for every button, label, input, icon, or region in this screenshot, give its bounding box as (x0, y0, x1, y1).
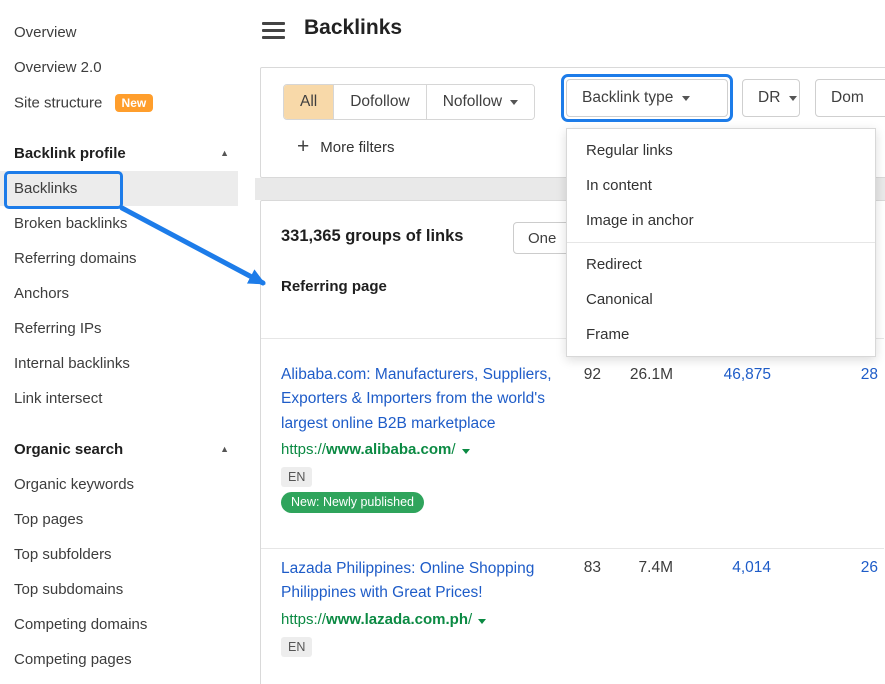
sidebar-item-competing-domains[interactable]: Competing domains (0, 607, 255, 642)
filter-nofollow-label: Nofollow (443, 93, 502, 111)
domain-filter-button[interactable]: Dom (815, 79, 885, 117)
new-feature-badge: New (115, 94, 154, 112)
newly-published-badge: New: Newly published (281, 492, 424, 513)
sidebar-item-referring-ips[interactable]: Referring IPs (0, 311, 255, 346)
referring-page-link[interactable]: Alibaba.com: Manufacturers, Suppliers, E… (281, 363, 553, 436)
chevron-down-icon (789, 96, 797, 101)
table-row: Alibaba.com: Manufacturers, Suppliers, E… (281, 363, 561, 513)
section-label: Organic search (14, 432, 123, 467)
follow-filter-group: All Dofollow Nofollow (283, 84, 535, 120)
language-badge: EN (281, 637, 312, 657)
filter-nofollow-button[interactable]: Nofollow (427, 85, 534, 119)
referring-page-link[interactable]: Lazada Philippines: Online Shopping Phil… (281, 557, 553, 606)
more-filters-button[interactable]: + More filters (297, 136, 394, 158)
links-count-link[interactable]: 46,875 (696, 366, 771, 384)
collapse-up-icon[interactable]: ▲ (220, 432, 229, 467)
backlink-type-dropdown: Regular links In content Image in anchor… (566, 128, 876, 357)
page-title: Backlinks (304, 16, 402, 40)
sidebar-item-site-structure[interactable]: Site structure New (0, 85, 255, 120)
chevron-down-icon[interactable] (478, 619, 486, 624)
url-domain: www.lazada.com.ph (326, 611, 468, 628)
dropdown-item-frame[interactable]: Frame (567, 317, 875, 352)
referring-page-url[interactable]: https://www.alibaba.com/ (281, 438, 561, 461)
chevron-down-icon (682, 96, 690, 101)
sidebar-item-competing-pages[interactable]: Competing pages (0, 642, 255, 677)
sidebar-item-broken-backlinks[interactable]: Broken backlinks (0, 206, 255, 241)
table-row-divider (261, 548, 884, 549)
menu-icon[interactable] (262, 22, 285, 39)
linked-domains-link[interactable]: 26 (816, 559, 878, 577)
dropdown-item-image-in-anchor[interactable]: Image in anchor (567, 203, 875, 238)
traffic-value: 7.4M (606, 559, 673, 577)
referring-page-url[interactable]: https://www.lazada.com.ph/ (281, 608, 561, 631)
more-filters-label: More filters (320, 139, 394, 156)
sidebar-item-overview[interactable]: Overview (0, 15, 255, 50)
links-count-link[interactable]: 4,014 (696, 559, 771, 577)
dropdown-group-links: Regular links In content Image in anchor (567, 129, 875, 242)
sidebar-item-internal-backlinks[interactable]: Internal backlinks (0, 346, 255, 381)
sidebar-item-organic-keywords[interactable]: Organic keywords (0, 467, 255, 502)
sidebar-item-link-intersect[interactable]: Link intersect (0, 381, 255, 416)
dropdown-item-canonical[interactable]: Canonical (567, 282, 875, 317)
section-label: Backlink profile (14, 136, 126, 171)
dr-filter-button[interactable]: DR (742, 79, 800, 117)
backlink-type-filter-button[interactable]: Backlink type (566, 79, 728, 117)
ur-value: 92 (556, 366, 601, 384)
table-row: Lazada Philippines: Online Shopping Phil… (281, 557, 561, 657)
sidebar-section-organic-search[interactable]: Organic search ▲ (0, 432, 255, 467)
results-count: 331,365 groups of links (281, 227, 463, 246)
url-scheme: https:// (281, 441, 326, 458)
dr-label: DR (758, 89, 780, 107)
dropdown-item-in-content[interactable]: In content (567, 168, 875, 203)
linked-domains-link[interactable]: 28 (816, 366, 878, 384)
domain-label: Dom (831, 89, 864, 107)
sidebar-item-backlinks[interactable]: Backlinks (0, 171, 238, 206)
dropdown-item-regular-links[interactable]: Regular links (567, 133, 875, 168)
sidebar: Overview Overview 2.0 Site structure New… (0, 0, 255, 684)
filter-dofollow-button[interactable]: Dofollow (334, 85, 426, 119)
sidebar-item-top-pages[interactable]: Top pages (0, 502, 255, 537)
sidebar-item-overview-2[interactable]: Overview 2.0 (0, 50, 255, 85)
dropdown-group-other: Redirect Canonical Frame (567, 243, 875, 356)
sidebar-item-top-subdomains[interactable]: Top subdomains (0, 572, 255, 607)
chevron-down-icon (510, 100, 518, 105)
sidebar-section-backlink-profile[interactable]: Backlink profile ▲ (0, 136, 255, 171)
filter-all-button[interactable]: All (284, 85, 334, 119)
sidebar-item-top-subfolders[interactable]: Top subfolders (0, 537, 255, 572)
url-domain: www.alibaba.com (326, 441, 451, 458)
ur-value: 83 (556, 559, 601, 577)
plus-icon: + (297, 136, 309, 158)
url-path: / (468, 611, 472, 628)
sidebar-item-referring-domains[interactable]: Referring domains (0, 241, 255, 276)
dropdown-item-redirect[interactable]: Redirect (567, 247, 875, 282)
language-badge: EN (281, 467, 312, 487)
sidebar-item-anchors[interactable]: Anchors (0, 276, 255, 311)
sidebar-item-label: Site structure (14, 95, 102, 112)
chevron-down-icon[interactable] (462, 449, 470, 454)
traffic-value: 26.1M (606, 366, 673, 384)
referring-page-column-header[interactable]: Referring page (281, 278, 387, 295)
url-scheme: https:// (281, 611, 326, 628)
app-window: Overview Overview 2.0 Site structure New… (0, 0, 885, 684)
url-path: / (451, 441, 455, 458)
backlink-type-label: Backlink type (582, 89, 673, 107)
collapse-up-icon[interactable]: ▲ (220, 136, 229, 171)
